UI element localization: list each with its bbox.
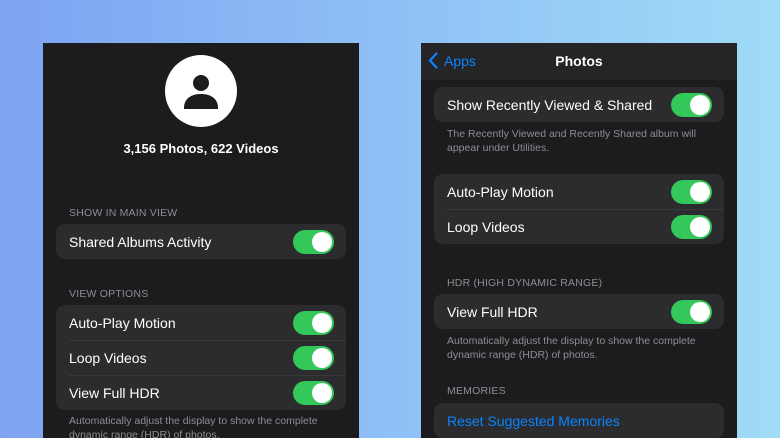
toggle-knob (312, 383, 332, 403)
main-view-group: Shared Albums Activity (56, 224, 346, 259)
view-full-hdr-toggle[interactable] (293, 381, 334, 405)
section-header-view-options: VIEW OPTIONS (69, 288, 149, 300)
auto-play-motion-label: Auto-Play Motion (447, 183, 554, 200)
reset-suggested-memories-button[interactable]: Reset Suggested Memories (434, 403, 724, 438)
auto-play-motion-label: Auto-Play Motion (69, 314, 176, 331)
section-header-hdr: HDR (HIGH DYNAMIC RANGE) (447, 277, 603, 289)
show-recently-viewed-row: Show Recently Viewed & Shared (434, 87, 724, 122)
section-header-memories: MEMORIES (447, 385, 506, 397)
auto-play-motion-toggle[interactable] (671, 180, 712, 204)
motion-group: Auto-Play Motion Loop Videos (434, 174, 724, 244)
loop-videos-row: Loop Videos (56, 340, 346, 375)
toggle-knob (690, 95, 710, 115)
toggle-knob (690, 217, 710, 237)
recently-viewed-group: Show Recently Viewed & Shared (434, 87, 724, 122)
show-recently-viewed-toggle[interactable] (671, 93, 712, 117)
shared-albums-activity-label: Shared Albums Activity (69, 233, 212, 250)
profile-avatar[interactable] (165, 55, 237, 127)
toggle-knob (312, 348, 332, 368)
toggle-knob (312, 232, 332, 252)
navigation-bar: Apps Photos (421, 43, 737, 80)
toggle-knob (690, 182, 710, 202)
loop-videos-label: Loop Videos (69, 349, 147, 366)
view-full-hdr-label: View Full HDR (447, 303, 538, 320)
view-full-hdr-label: View Full HDR (69, 384, 160, 401)
auto-play-motion-toggle[interactable] (293, 311, 334, 335)
toggle-knob (690, 302, 710, 322)
recently-viewed-footnote: The Recently Viewed and Recently Shared … (447, 128, 697, 154)
reset-suggested-memories-label: Reset Suggested Memories (447, 412, 620, 429)
memories-group: Reset Suggested Memories (434, 403, 724, 438)
view-full-hdr-toggle[interactable] (671, 300, 712, 324)
loop-videos-toggle[interactable] (293, 346, 334, 370)
loop-videos-toggle[interactable] (671, 215, 712, 239)
toggle-knob (312, 313, 332, 333)
shared-albums-activity-row: Shared Albums Activity (56, 224, 346, 259)
loop-videos-label: Loop Videos (447, 218, 525, 235)
hdr-footnote: Automatically adjust the display to show… (69, 415, 318, 438)
page-title: Photos (555, 53, 603, 69)
view-full-hdr-row: View Full HDR (56, 375, 346, 410)
section-header-main-view: SHOW IN MAIN VIEW (69, 207, 178, 219)
loop-videos-row: Loop Videos (434, 209, 724, 244)
right-phone-screen: Apps Photos Show Recently Viewed & Share… (421, 43, 737, 438)
photo-video-count: 3,156 Photos, 622 Videos (123, 141, 279, 156)
view-options-group: Auto-Play Motion Loop Videos View Full H… (56, 305, 346, 410)
hdr-group: View Full HDR (434, 294, 724, 329)
show-recently-viewed-label: Show Recently Viewed & Shared (447, 96, 653, 113)
auto-play-motion-row: Auto-Play Motion (434, 174, 724, 209)
view-full-hdr-row: View Full HDR (434, 294, 724, 329)
person-icon (184, 75, 218, 109)
left-phone-screen: 3,156 Photos, 622 Videos SHOW IN MAIN VI… (43, 43, 359, 438)
auto-play-motion-row: Auto-Play Motion (56, 305, 346, 340)
shared-albums-activity-toggle[interactable] (293, 230, 334, 254)
hdr-footnote: Automatically adjust the display to show… (447, 335, 696, 361)
